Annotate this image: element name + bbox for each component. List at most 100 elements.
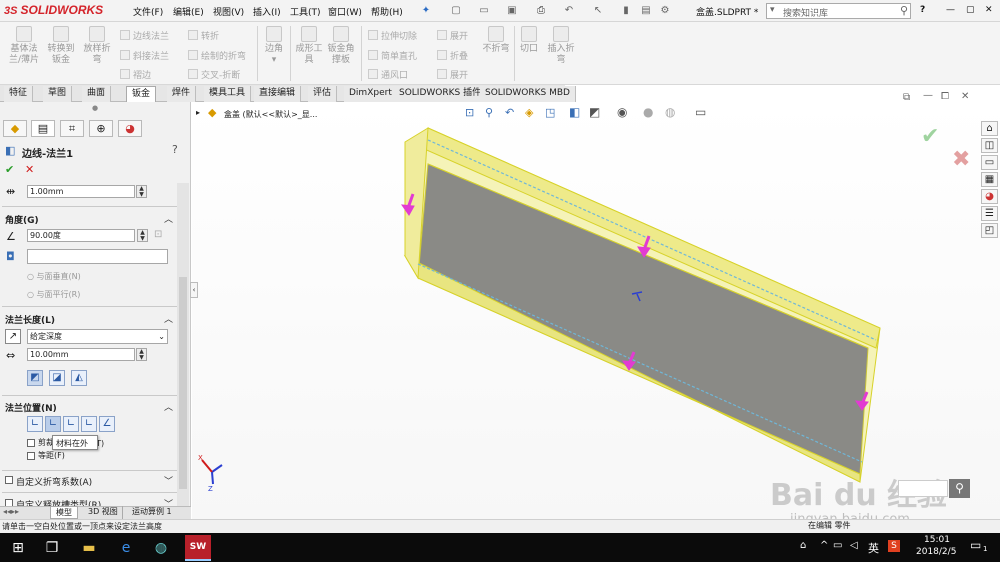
windows-start-icon[interactable]: ⊞ bbox=[8, 538, 28, 558]
menu-edit[interactable]: 编辑(E) bbox=[173, 5, 204, 18]
tab-solidworks-addins[interactable]: SOLIDWORKS 插件 bbox=[394, 86, 488, 102]
inner-virtual-sharp-button[interactable]: ◪ bbox=[49, 370, 65, 386]
tab-solidworks-mbd[interactable]: SOLIDWORKS MBD bbox=[480, 86, 576, 102]
tab-model[interactable]: 模型 bbox=[50, 506, 78, 519]
clock-date[interactable]: 2018/2/5 bbox=[916, 547, 956, 557]
ribbon-corners-button[interactable]: 边角 ▾ bbox=[261, 26, 287, 66]
ribbon-gusset-button[interactable]: 钣金角撑板 bbox=[326, 26, 356, 66]
search-icon[interactable]: ⚲ bbox=[900, 4, 908, 17]
collapse-chevron-icon[interactable]: ︿ bbox=[164, 312, 173, 325]
cancel-x-icon[interactable]: ✕ bbox=[25, 163, 34, 176]
select-icon[interactable]: ↖ bbox=[592, 5, 604, 17]
ribbon-jog[interactable]: 转折 bbox=[188, 30, 219, 43]
panel-splitter-handle[interactable]: ● bbox=[92, 104, 98, 112]
app-taskbar-icon[interactable]: ◍ bbox=[151, 538, 171, 558]
angle-spinner[interactable]: ▲ ▼ bbox=[137, 229, 148, 242]
ribbon-extruded-cut[interactable]: 拉伸切除 bbox=[368, 30, 417, 43]
ribbon-forming-tool-button[interactable]: 成形工具 bbox=[294, 26, 324, 66]
lock-icon[interactable]: ⊡ bbox=[154, 229, 162, 240]
tray-expand-icon[interactable]: ^ bbox=[820, 540, 828, 551]
tray-people-icon[interactable]: ⌂ bbox=[800, 540, 806, 551]
search-input[interactable]: ▾ 搜索知识库 ⚲ bbox=[766, 3, 911, 19]
material-outside-button[interactable]: ∟ bbox=[45, 416, 61, 432]
minimize-button[interactable]: — bbox=[946, 5, 955, 15]
feature-manager-tab-icon[interactable]: ◆ bbox=[3, 120, 27, 137]
ribbon-lofted-bend-button[interactable]: 放样折弯 bbox=[80, 26, 114, 66]
viewport-restore-icon[interactable]: ⧠ bbox=[941, 91, 949, 102]
file-properties-icon[interactable]: ▤ bbox=[640, 5, 652, 17]
custom-bend-checkbox[interactable] bbox=[5, 476, 13, 484]
ribbon-unfold[interactable]: 展开 bbox=[437, 30, 468, 43]
network-icon[interactable]: ▭ bbox=[833, 540, 842, 551]
close-button[interactable]: ✕ bbox=[985, 5, 993, 15]
ribbon-convert-button[interactable]: 转换到钣金 bbox=[44, 26, 78, 66]
menu-view[interactable]: 视图(V) bbox=[213, 5, 244, 18]
tab-dimxpert[interactable]: DimXpert bbox=[344, 86, 398, 102]
viewport-minimize-icon[interactable]: — bbox=[923, 90, 933, 101]
maximize-button[interactable]: ▢ bbox=[966, 5, 975, 15]
rebuild-icon[interactable]: ▮ bbox=[620, 5, 632, 17]
sogou-ime-icon[interactable]: S bbox=[888, 540, 900, 552]
menu-tools[interactable]: 工具(T) bbox=[290, 5, 321, 18]
ime-indicator[interactable]: 英 bbox=[868, 540, 879, 556]
ok-check-icon[interactable]: ✔ bbox=[5, 163, 14, 176]
open-folder-icon[interactable]: ▭ bbox=[478, 5, 490, 17]
collapse-chevron-icon[interactable]: ︿ bbox=[164, 400, 173, 413]
ribbon-sketched-bend[interactable]: 绘制的折弯 bbox=[188, 50, 246, 63]
options-gear-icon[interactable]: ⚙ bbox=[659, 5, 671, 17]
outer-virtual-sharp-button[interactable]: ◩ bbox=[27, 370, 43, 386]
offset-checkbox[interactable] bbox=[27, 452, 35, 460]
thickness-spinner[interactable]: ▲ ▼ bbox=[136, 185, 147, 198]
tab-scroll-arrows-icon[interactable]: ◂◂▸▸ bbox=[3, 507, 19, 516]
tab-evaluate[interactable]: 评估 bbox=[308, 86, 338, 102]
tab-mold-tools[interactable]: 模具工具 bbox=[204, 86, 252, 102]
tab-sheet-metal[interactable]: 钣金 bbox=[126, 86, 157, 102]
ribbon-fold[interactable]: 折叠 bbox=[437, 50, 468, 63]
expand-chevron-icon[interactable]: ﹀ bbox=[164, 474, 173, 487]
notification-center-icon[interactable]: ▭ bbox=[970, 538, 981, 552]
radio-parallel-to-face[interactable]: ○ 与面平行(R) bbox=[27, 289, 80, 300]
bend-outside-button[interactable]: ∟ bbox=[63, 416, 79, 432]
undo-icon[interactable]: ↶ bbox=[563, 5, 575, 17]
tab-motion-study[interactable]: 运动算例 1 bbox=[128, 506, 176, 519]
tab-surfaces[interactable]: 曲面 bbox=[82, 86, 112, 102]
print-icon[interactable]: ⎙ bbox=[535, 5, 547, 17]
trim-checkbox[interactable] bbox=[27, 439, 35, 447]
length-field[interactable]: 10.00mm bbox=[27, 348, 135, 361]
ribbon-flatten[interactable]: 展开 bbox=[437, 69, 468, 82]
viewport-close-icon[interactable]: ✕ bbox=[961, 91, 969, 102]
pm-scrollbar-thumb[interactable] bbox=[179, 277, 187, 489]
volume-icon[interactable]: ◁ bbox=[850, 540, 858, 551]
angle-field[interactable]: 90.00度 bbox=[27, 229, 135, 242]
collapse-chevron-icon[interactable]: ︿ bbox=[164, 212, 173, 225]
help-icon[interactable]: ? bbox=[172, 143, 178, 156]
menu-help[interactable]: 帮助(H) bbox=[371, 5, 403, 18]
tab-features[interactable]: 特征 bbox=[4, 86, 34, 102]
ribbon-simple-hole[interactable]: 简单直孔 bbox=[368, 50, 417, 63]
ribbon-rip-button[interactable]: 切口 bbox=[517, 26, 541, 55]
menu-window[interactable]: 窗口(W) bbox=[328, 5, 362, 18]
tangent-position-button[interactable]: ∠ bbox=[99, 416, 115, 432]
tab-3d-views[interactable]: 3D 视图 bbox=[84, 506, 123, 519]
solidworks-taskbar-icon[interactable]: SW bbox=[185, 535, 211, 561]
virtual-sharp-button[interactable]: ∟ bbox=[81, 416, 97, 432]
ribbon-hem[interactable]: 褶边 bbox=[120, 69, 151, 82]
property-manager-tab-icon[interactable]: ▤ bbox=[31, 120, 55, 137]
thickness-field[interactable]: 1.00mm bbox=[27, 185, 135, 198]
end-condition-select[interactable]: 给定深度 ⌄ bbox=[27, 329, 168, 344]
new-document-icon[interactable]: ▢ bbox=[450, 5, 462, 17]
ribbon-base-flange-button[interactable]: 基体法兰/薄片 bbox=[6, 26, 42, 66]
tab-direct-editing[interactable]: 直接编辑 bbox=[254, 86, 302, 102]
menu-file[interactable]: 文件(F) bbox=[133, 5, 163, 18]
dimxpert-manager-tab-icon[interactable]: ⊕ bbox=[89, 120, 113, 137]
save-icon[interactable]: ▣ bbox=[506, 5, 518, 17]
ribbon-edge-flange[interactable]: 边线法兰 bbox=[120, 30, 169, 43]
edge-browser-icon[interactable]: e bbox=[116, 538, 136, 558]
ribbon-insert-bends-button[interactable]: 插入折弯 bbox=[544, 26, 578, 66]
ribbon-cross-break[interactable]: 交叉-折断 bbox=[188, 69, 240, 82]
length-section-header[interactable]: 法兰长度(L) bbox=[5, 313, 55, 326]
tangent-bend-button[interactable]: ◭ bbox=[71, 370, 87, 386]
material-inside-button[interactable]: ∟ bbox=[27, 416, 43, 432]
display-manager-tab-icon[interactable]: ◕ bbox=[118, 120, 142, 137]
ribbon-miter-flange[interactable]: 斜接法兰 bbox=[120, 50, 169, 63]
